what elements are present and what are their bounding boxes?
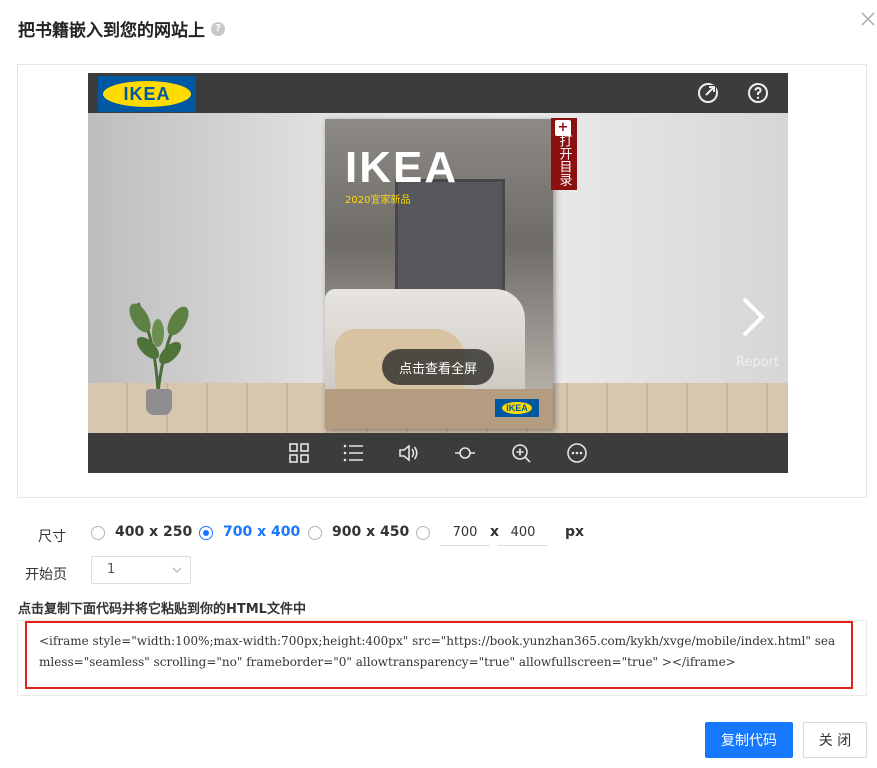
- start-page-value: 1: [107, 562, 116, 577]
- help-icon[interactable]: [746, 81, 770, 105]
- size-label: 尺寸: [38, 529, 66, 545]
- autoplay-icon[interactable]: [454, 442, 476, 464]
- start-page-label: 开始页: [25, 567, 67, 583]
- question-circle-icon[interactable]: ?: [211, 21, 225, 36]
- ikea-logo: IKEA: [98, 76, 196, 112]
- sound-icon[interactable]: [398, 442, 420, 464]
- embed-code-textarea[interactable]: <iframe style="width:100%;max-width:700p…: [25, 621, 853, 689]
- start-page-select[interactable]: 1: [91, 556, 191, 584]
- dialog-title: 把书籍嵌入到您的网站上 ?: [18, 16, 225, 41]
- close-button[interactable]: 关 闭: [803, 722, 867, 758]
- start-page-row: 开始页 1: [0, 556, 877, 584]
- plant-pot: [146, 389, 172, 415]
- share-icon[interactable]: [696, 81, 720, 105]
- size-option-label-400x250[interactable]: 400 x 250: [115, 524, 192, 540]
- more-icon[interactable]: [566, 442, 588, 464]
- plus-icon: +: [555, 120, 571, 136]
- viewer-topbar: IKEA: [88, 73, 788, 113]
- code-instructions: 点击复制下面代码并将它粘贴到你的HTML文件中: [18, 602, 306, 617]
- custom-width-input[interactable]: [440, 520, 490, 546]
- flipbook-viewer[interactable]: IKEA Report IKEA 2020宜家新品 IKEA 打开目录 + 点击…: [88, 73, 788, 473]
- list-icon[interactable]: [342, 442, 364, 464]
- viewer-bottombar: [88, 433, 788, 473]
- copy-code-button[interactable]: 复制代码: [705, 722, 793, 758]
- close-x-glyph: [861, 12, 875, 26]
- report-link[interactable]: Report: [736, 355, 779, 370]
- size-radio-700x400[interactable]: [199, 526, 213, 540]
- fullscreen-button[interactable]: 点击查看全屏: [382, 349, 494, 385]
- custom-height-input[interactable]: [498, 520, 548, 546]
- zoom-in-icon[interactable]: [510, 442, 532, 464]
- ikea-logo-text: IKEA: [103, 81, 191, 107]
- unit-label: px: [565, 524, 585, 540]
- close-icon[interactable]: [858, 10, 877, 30]
- preview-container: IKEA Report IKEA 2020宜家新品 IKEA 打开目录 + 点击…: [17, 64, 867, 498]
- size-option-label-900x450[interactable]: 900 x 450: [332, 524, 409, 540]
- size-options-row: 尺寸 400 x 250 700 x 400 900 x 450 x px: [0, 520, 877, 546]
- size-option-label-700x400[interactable]: 700 x 400: [223, 524, 300, 540]
- chevron-down-icon: [172, 567, 182, 573]
- plant-decoration: [129, 302, 189, 393]
- next-page-arrow-icon[interactable]: [738, 295, 768, 339]
- book-small-logo-text: IKEA: [502, 402, 532, 414]
- book-subtitle: 2020宜家新品: [345, 195, 411, 206]
- dialog-title-text: 把书籍嵌入到您的网站上: [18, 21, 205, 41]
- thumbnails-icon[interactable]: [288, 442, 310, 464]
- size-radio-900x450[interactable]: [308, 526, 322, 540]
- size-radio-custom[interactable]: [416, 526, 430, 540]
- book-small-logo: IKEA: [495, 399, 539, 417]
- book-brand-title: IKEA: [345, 143, 459, 192]
- size-radio-400x250[interactable]: [91, 526, 105, 540]
